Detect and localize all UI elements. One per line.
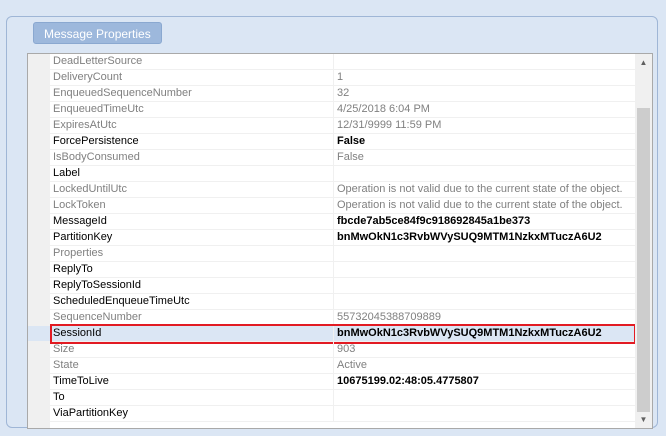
property-row[interactable]: DeliveryCount 1 [28,70,636,86]
group-title: Message Properties [33,22,162,44]
scroll-down-icon[interactable]: ▼ [635,411,652,428]
property-value[interactable] [333,166,636,181]
property-row[interactable]: SessionId bnMwOkN1c3RvbWVySUQ9MTM1NzkxMTu… [28,324,636,344]
property-name: IsBodyConsumed [53,151,140,163]
property-value[interactable]: Operation is not valid due to the curren… [333,182,636,197]
property-value[interactable] [333,246,636,261]
property-row[interactable]: State Active [28,358,636,374]
property-value[interactable] [333,278,636,293]
property-name: DeadLetterSource [53,55,143,67]
property-name: PartitionKey [53,231,113,243]
property-name: Label [53,167,80,179]
property-value[interactable] [333,262,636,277]
property-name: EnqueuedTimeUtc [53,103,144,115]
property-row[interactable]: ScheduledEnqueueTimeUtc [28,294,636,310]
property-value[interactable] [333,390,636,405]
property-row[interactable]: IsBodyConsumed False [28,150,636,166]
property-row[interactable]: PartitionKey bnMwOkN1c3RvbWVySUQ9MTM1Nzkx… [28,230,636,246]
property-value[interactable]: 10675199.02:48:05.4775807 [333,374,636,389]
property-value[interactable]: 903 [333,342,636,357]
property-value[interactable]: False [333,134,636,149]
property-row[interactable]: Properties [28,246,636,262]
property-row[interactable]: Label [28,166,636,182]
property-name: TimeToLive [53,375,109,387]
property-name: LockToken [53,199,106,211]
property-row[interactable]: TimeToLive 10675199.02:48:05.4775807 [28,374,636,390]
property-name: ReplyTo [53,263,93,275]
property-row[interactable]: ViaPartitionKey [28,406,636,422]
property-name: State [53,359,79,371]
scroll-thumb[interactable] [637,108,650,412]
property-value[interactable] [333,54,636,69]
property-value[interactable]: 55732045388709889 [333,310,636,325]
property-name: To [53,391,65,403]
property-row[interactable]: DeadLetterSource [28,54,636,70]
vertical-scrollbar[interactable]: ▲ ▼ [635,54,652,428]
property-name: Size [53,343,75,355]
scroll-up-icon[interactable]: ▲ [635,54,652,71]
property-row[interactable]: To [28,390,636,406]
property-name: ReplyToSessionId [53,279,142,291]
property-name: EnqueuedSequenceNumber [53,87,192,99]
property-value[interactable]: fbcde7ab5ce84f9c918692845a1be373 [333,214,636,229]
property-name: DeliveryCount [53,71,123,83]
property-value[interactable]: Operation is not valid due to the curren… [333,198,636,213]
property-row[interactable]: EnqueuedSequenceNumber 32 [28,86,636,102]
property-name: ExpiresAtUtc [53,119,117,131]
property-row[interactable]: LockToken Operation is not valid due to t… [28,198,636,214]
property-name: ScheduledEnqueueTimeUtc [53,295,190,307]
property-row[interactable]: EnqueuedTimeUtc 4/25/2018 6:04 PM [28,102,636,118]
property-value[interactable]: bnMwOkN1c3RvbWVySUQ9MTM1NzkxMTuczA6U2 [333,230,636,245]
property-value[interactable]: bnMwOkN1c3RvbWVySUQ9MTM1NzkxMTuczA6U2 [333,326,636,341]
property-name: SequenceNumber [53,311,142,323]
property-value[interactable]: 1 [333,70,636,85]
property-row[interactable]: ReplyToSessionId [28,278,636,294]
property-name: SessionId [53,327,102,339]
property-row[interactable]: SequenceNumber 55732045388709889 [28,310,636,326]
property-row[interactable]: ExpiresAtUtc 12/31/9999 11:59 PM [28,118,636,134]
message-properties-group: Message Properties DeadLetterSource Deliv… [6,16,658,429]
property-grid[interactable]: DeadLetterSource DeliveryCount 1 EnqueuedSe… [27,53,653,429]
property-value[interactable] [333,406,636,421]
property-name: ForcePersistence [53,135,139,147]
property-name: ViaPartitionKey [53,407,129,419]
property-name: MessageId [53,215,107,227]
property-row[interactable]: ReplyTo [28,262,636,278]
property-row[interactable]: Size 903 [28,342,636,358]
property-name: LockedUntilUtc [53,183,127,195]
property-value[interactable]: 12/31/9999 11:59 PM [333,118,636,133]
property-rows: DeadLetterSource DeliveryCount 1 EnqueuedSe… [28,54,636,422]
property-value[interactable]: False [333,150,636,165]
property-row[interactable]: MessageId fbcde7ab5ce84f9c918692845a1be37… [28,214,636,230]
property-name: Properties [53,247,104,259]
property-row[interactable]: LockedUntilUtc Operation is not valid due… [28,182,636,198]
property-value[interactable]: Active [333,358,636,373]
property-value[interactable] [333,294,636,309]
property-row[interactable]: ForcePersistence False [28,134,636,150]
property-value[interactable]: 4/25/2018 6:04 PM [333,102,636,117]
property-value[interactable]: 32 [333,86,636,101]
